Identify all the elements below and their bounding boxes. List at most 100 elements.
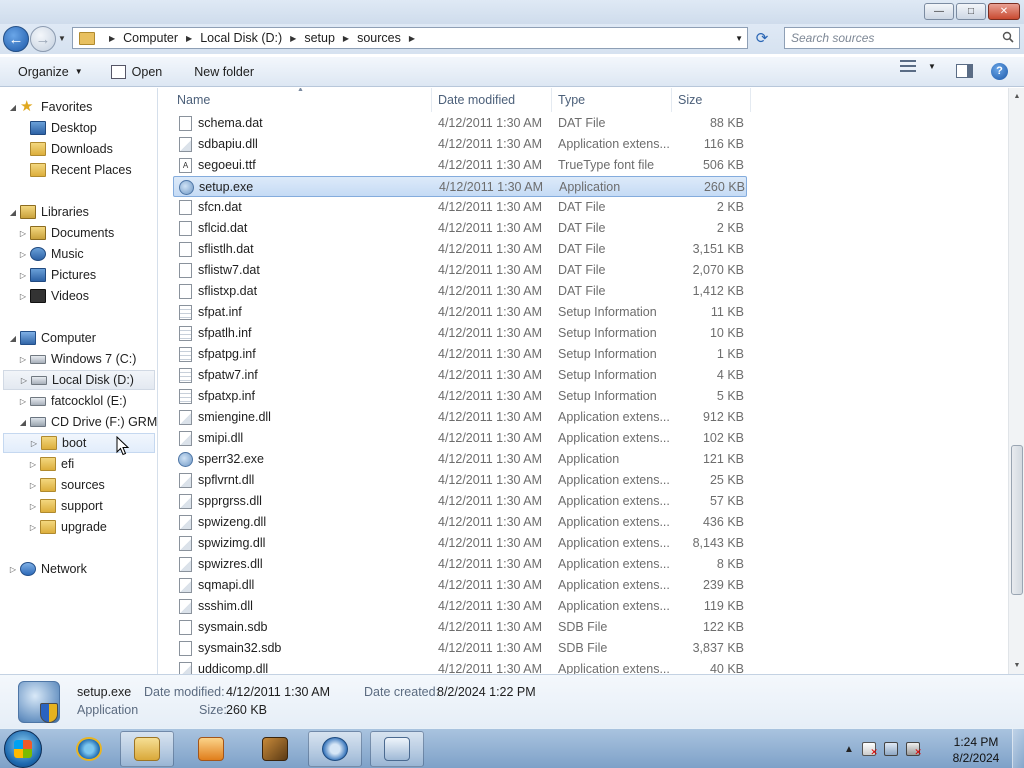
minimize-button[interactable]: — xyxy=(924,3,954,20)
nav-recent-places[interactable]: Recent Places xyxy=(30,160,132,180)
nav-drive-e[interactable]: ▷ fatcocklol (E:) xyxy=(18,391,127,411)
file-row[interactable]: sflistlh.dat 4/12/2011 1:30 AM DAT File 3,1… xyxy=(173,239,747,260)
organize-button[interactable]: Organize ▼ xyxy=(10,60,91,84)
nav-folder-efi[interactable]: ▷ efi xyxy=(28,454,74,474)
navigation-pane[interactable]: ◢ ★ Favorites Desktop Downloads Recent P… xyxy=(0,88,158,674)
file-row[interactable]: sflistxp.dat 4/12/2011 1:30 AM DAT File 1,4… xyxy=(173,281,747,302)
file-row[interactable]: spwizeng.dll 4/12/2011 1:30 AM Application… xyxy=(173,512,747,533)
expand-arrow-icon[interactable]: ▷ xyxy=(19,376,29,385)
breadcrumb-setup[interactable]: setup xyxy=(304,31,335,45)
show-hidden-icons-icon[interactable]: ▲ xyxy=(844,744,854,755)
expand-arrow-icon[interactable]: ▷ xyxy=(29,439,39,448)
expand-arrow-icon[interactable]: ▷ xyxy=(28,460,38,469)
open-button[interactable]: Open xyxy=(103,60,171,84)
taskbar-windows-explorer[interactable] xyxy=(120,731,174,767)
file-row[interactable]: spprgrss.dll 4/12/2011 1:30 AM Application… xyxy=(173,491,747,512)
column-header-name[interactable]: Name xyxy=(171,88,432,112)
file-row[interactable]: Asegoeui.ttf 4/12/2011 1:30 AM TrueType fo… xyxy=(173,155,747,176)
breadcrumb-chevron-icon[interactable]: ▶ xyxy=(343,34,349,43)
nav-folder-sources[interactable]: ▷ sources xyxy=(28,475,105,495)
collapse-arrow-icon[interactable]: ◢ xyxy=(8,103,18,112)
collapse-arrow-icon[interactable]: ◢ xyxy=(8,208,18,217)
nav-network[interactable]: ▷ Network xyxy=(8,559,87,579)
breadcrumb-chevron-icon[interactable]: ▶ xyxy=(186,34,192,43)
nav-videos[interactable]: ▷ Videos xyxy=(18,286,89,306)
search-icon[interactable] xyxy=(1002,31,1014,43)
file-row[interactable]: smiengine.dll 4/12/2011 1:30 AM Applicatio… xyxy=(173,407,747,428)
file-row[interactable]: spwizimg.dll 4/12/2011 1:30 AM Application… xyxy=(173,533,747,554)
file-row[interactable]: sysmain.sdb 4/12/2011 1:30 AM SDB File 122 … xyxy=(173,617,747,638)
expand-arrow-icon[interactable]: ▷ xyxy=(18,397,28,406)
file-row[interactable]: sysmain32.sdb 4/12/2011 1:30 AM SDB File 3,… xyxy=(173,638,747,659)
nav-libraries[interactable]: ◢ Libraries xyxy=(8,202,89,222)
collapse-arrow-icon[interactable]: ◢ xyxy=(8,334,18,343)
search-input[interactable]: Search sources xyxy=(784,27,1020,49)
start-button[interactable] xyxy=(4,730,42,768)
breadcrumb-chevron-icon[interactable]: ▶ xyxy=(409,34,415,43)
scroll-up-arrow-icon[interactable]: ▲ xyxy=(1009,88,1024,105)
nav-drive-d[interactable]: ▷ Local Disk (D:) xyxy=(3,370,155,390)
file-row[interactable]: sfpatw7.inf 4/12/2011 1:30 AM Setup Inform… xyxy=(173,365,747,386)
taskbar-internet-explorer[interactable] xyxy=(62,731,116,767)
nav-desktop[interactable]: Desktop xyxy=(30,118,97,138)
file-row[interactable]: sfpat.inf 4/12/2011 1:30 AM Setup Informat… xyxy=(173,302,747,323)
file-row[interactable]: setup.exe 4/12/2011 1:30 AM Application 260… xyxy=(173,176,747,197)
file-row[interactable]: sfpatpg.inf 4/12/2011 1:30 AM Setup Inform… xyxy=(173,344,747,365)
taskbar-package-app[interactable] xyxy=(248,731,302,767)
recent-pages-dropdown-icon[interactable]: ▼ xyxy=(58,34,66,43)
expand-arrow-icon[interactable]: ▷ xyxy=(28,502,38,511)
file-row[interactable]: sdbapiu.dll 4/12/2011 1:30 AM Application … xyxy=(173,134,747,155)
nav-drive-f[interactable]: ◢ CD Drive (F:) GRMSX xyxy=(18,412,157,432)
expand-arrow-icon[interactable]: ▷ xyxy=(18,292,28,301)
file-row[interactable]: smipi.dll 4/12/2011 1:30 AM Application ex… xyxy=(173,428,747,449)
nav-pictures[interactable]: ▷ Pictures xyxy=(18,265,96,285)
scrollbar-thumb[interactable] xyxy=(1011,445,1023,595)
expand-arrow-icon[interactable]: ▷ xyxy=(8,565,18,574)
breadcrumb-chevron-icon[interactable]: ▶ xyxy=(290,34,296,43)
nav-favorites[interactable]: ◢ ★ Favorites xyxy=(8,97,92,117)
taskbar-media-player[interactable] xyxy=(184,731,238,767)
maximize-button[interactable]: □ xyxy=(956,3,986,20)
file-row[interactable]: sfcn.dat 4/12/2011 1:30 AM DAT File 2 KB xyxy=(173,197,747,218)
file-row[interactable]: sqmapi.dll 4/12/2011 1:30 AM Application e… xyxy=(173,575,747,596)
nav-folder-upgrade[interactable]: ▷ upgrade xyxy=(28,517,107,537)
action-center-alert-icon[interactable]: ✕ xyxy=(861,742,878,757)
nav-downloads[interactable]: Downloads xyxy=(30,139,113,159)
show-desktop-button[interactable] xyxy=(1012,729,1024,768)
taskbar-setup[interactable] xyxy=(308,731,362,767)
file-row[interactable]: sflcid.dat 4/12/2011 1:30 AM DAT File 2 KB xyxy=(173,218,747,239)
file-row[interactable]: spflvrnt.dll 4/12/2011 1:30 AM Application… xyxy=(173,470,747,491)
expand-arrow-icon[interactable]: ▷ xyxy=(18,250,28,259)
file-row[interactable]: sfpatlh.inf 4/12/2011 1:30 AM Setup Inform… xyxy=(173,323,747,344)
preview-pane-button[interactable] xyxy=(956,64,973,78)
taskbar-control-panel[interactable] xyxy=(370,731,424,767)
new-folder-button[interactable]: New folder xyxy=(186,60,262,84)
help-button[interactable]: ? xyxy=(991,63,1008,80)
vertical-scrollbar[interactable]: ▲ ▼ xyxy=(1008,88,1024,674)
change-view-button[interactable]: ▼ xyxy=(900,60,936,72)
column-header-size[interactable]: Size xyxy=(672,88,751,112)
close-button[interactable]: ✕ xyxy=(988,3,1020,20)
back-button[interactable]: ← xyxy=(3,26,29,52)
column-header-type[interactable]: Type xyxy=(552,88,672,112)
expand-arrow-icon[interactable]: ▷ xyxy=(18,271,28,280)
volume-muted-icon[interactable]: ✕ xyxy=(905,742,922,757)
nav-computer[interactable]: ◢ Computer xyxy=(8,328,96,348)
nav-music[interactable]: ▷ Music xyxy=(18,244,84,264)
file-row[interactable]: ssshim.dll 4/12/2011 1:30 AM Application e… xyxy=(173,596,747,617)
system-clock[interactable]: 1:24 PM 8/2/2024 xyxy=(940,734,1012,766)
expand-arrow-icon[interactable]: ▷ xyxy=(28,523,38,532)
file-row[interactable]: uddicomp.dll 4/12/2011 1:30 AM Application… xyxy=(173,659,747,674)
file-row[interactable]: sflistw7.dat 4/12/2011 1:30 AM DAT File 2,0… xyxy=(173,260,747,281)
scroll-down-arrow-icon[interactable]: ▼ xyxy=(1009,657,1024,674)
breadcrumb-computer[interactable]: Computer xyxy=(123,31,178,45)
network-status-icon[interactable] xyxy=(883,742,898,756)
address-history-dropdown-icon[interactable]: ▼ xyxy=(735,34,743,43)
nav-documents[interactable]: ▷ Documents xyxy=(18,223,114,243)
file-row[interactable]: sfpatxp.inf 4/12/2011 1:30 AM Setup Inform… xyxy=(173,386,747,407)
breadcrumb-chevron-icon[interactable]: ▶ xyxy=(109,34,115,43)
nav-drive-c[interactable]: ▷ Windows 7 (C:) xyxy=(18,349,137,369)
breadcrumb-local-disk[interactable]: Local Disk (D:) xyxy=(200,31,282,45)
expand-arrow-icon[interactable]: ▷ xyxy=(18,229,28,238)
breadcrumb-sources[interactable]: sources xyxy=(357,31,401,45)
